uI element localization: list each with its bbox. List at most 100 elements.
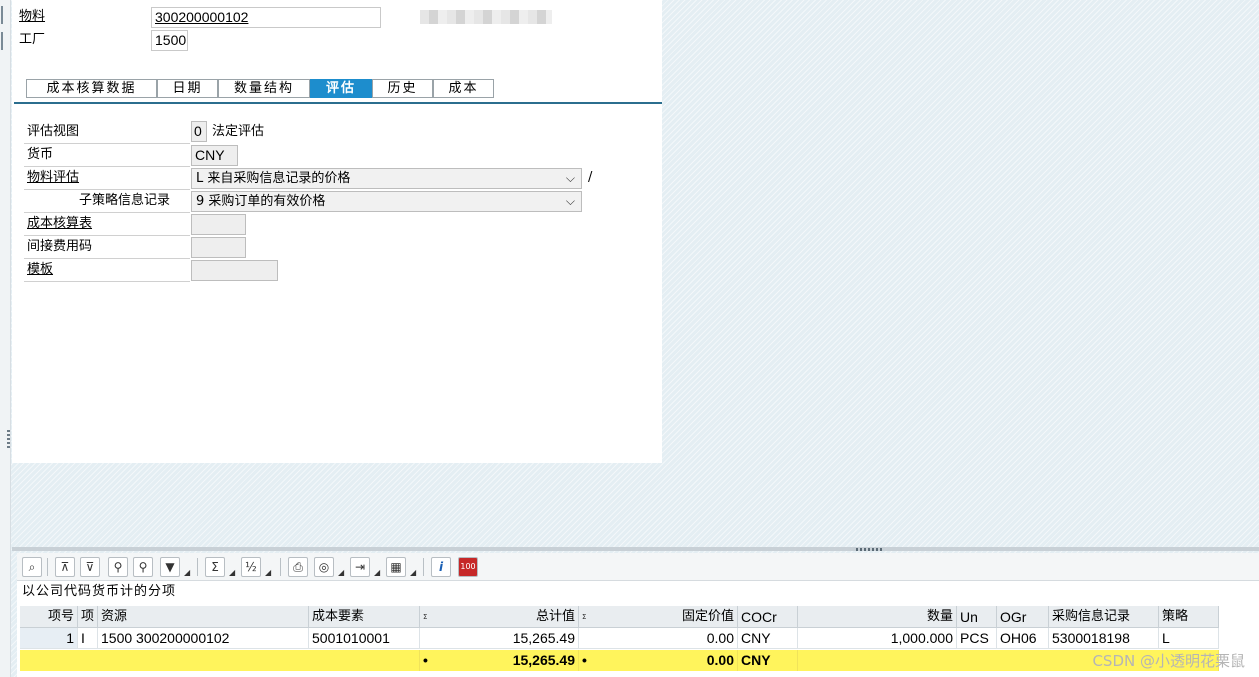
- total-cell-fixed[interactable]: • 0.00: [579, 650, 738, 671]
- cell-ogr[interactable]: OH06: [997, 628, 1049, 649]
- cell-resource[interactable]: 1500 300200000102: [98, 628, 309, 649]
- col-header-quantity[interactable]: 数量: [798, 606, 957, 628]
- material-valuation-dropdown[interactable]: L 来自采购信息记录的价格 ⌵: [191, 168, 582, 189]
- col-header-strategy[interactable]: 策略: [1159, 606, 1219, 628]
- find-icon[interactable]: ⚲: [108, 557, 128, 577]
- slash-text: /: [588, 170, 593, 185]
- row-separator: [24, 235, 190, 236]
- toolbar-separator: [280, 558, 281, 576]
- costing-sheet-field[interactable]: [191, 214, 246, 235]
- cell-cost-element[interactable]: 5001010001: [309, 628, 420, 649]
- filter-icon[interactable]: ▼: [160, 557, 180, 577]
- print-icon[interactable]: ⎙: [288, 557, 308, 577]
- col-header-cost-element[interactable]: 成本要素: [309, 606, 420, 628]
- toolbar-separator: [197, 558, 198, 576]
- total-marker: •: [582, 652, 587, 668]
- cell-strategy[interactable]: L: [1159, 628, 1219, 649]
- col-header-fixed-label: 固定价值: [681, 609, 734, 624]
- tab-valuation[interactable]: 评估: [310, 79, 372, 98]
- cell-fixed[interactable]: 0.00: [579, 628, 738, 649]
- col-header-fixed[interactable]: Σ 固定价值: [579, 606, 738, 628]
- last-line-icon[interactable]: ⊽: [80, 557, 100, 577]
- overhead-key-field[interactable]: [191, 237, 246, 258]
- tab-history[interactable]: 历史: [372, 79, 433, 98]
- details-icon[interactable]: ⌕: [22, 557, 42, 577]
- sum-icon[interactable]: Σ: [205, 557, 225, 577]
- left-edge-strip: [0, 0, 11, 677]
- number-100-icon[interactable]: 100: [458, 557, 478, 577]
- cell-total[interactable]: 15,265.49: [420, 628, 579, 649]
- tab-qty-structure[interactable]: 数量结构: [218, 79, 310, 98]
- sum-menu-arrow-icon[interactable]: ◢: [229, 569, 235, 577]
- toolbar-separator: [423, 558, 424, 576]
- export-menu-arrow-icon[interactable]: ◢: [374, 569, 380, 577]
- edge-marker: [1, 6, 3, 24]
- find-next-icon[interactable]: ⚲: [133, 557, 153, 577]
- row-separator: [24, 143, 190, 144]
- subtotal-menu-arrow-icon[interactable]: ◢: [265, 569, 271, 577]
- cell-info-record[interactable]: 5300018198: [1049, 628, 1159, 649]
- main-panel: [12, 0, 662, 463]
- export-icon[interactable]: ⇥: [350, 557, 370, 577]
- sum-marker-icon: Σ: [582, 613, 587, 621]
- total-value: 15,265.49: [512, 652, 575, 668]
- col-header-total-label: 总计值: [535, 609, 575, 624]
- layout-icon[interactable]: ▦: [386, 557, 406, 577]
- sub-strategy-dropdown[interactable]: 9 采购订单的有效价格 ⌵: [191, 191, 582, 212]
- col-header-item-no[interactable]: 项号: [20, 606, 78, 628]
- chevron-down-icon: ⌵: [565, 171, 575, 185]
- view-icon[interactable]: ◎: [314, 557, 334, 577]
- material-valuation-value: L 来自采购信息记录的价格: [196, 171, 351, 186]
- material-field[interactable]: 300200000102: [151, 7, 381, 28]
- resize-grip[interactable]: [7, 430, 10, 448]
- plant-field[interactable]: 1500: [151, 30, 188, 51]
- valuation-view-field[interactable]: 0: [191, 121, 207, 142]
- currency-field[interactable]: CNY: [191, 145, 238, 166]
- col-header-resource[interactable]: 资源: [98, 606, 309, 628]
- material-label: 物料: [19, 9, 46, 24]
- col-header-total[interactable]: Σ 总计值: [420, 606, 579, 628]
- template-label: 模板: [27, 262, 54, 277]
- cell-unit[interactable]: PCS: [957, 628, 997, 649]
- first-line-icon[interactable]: ⊼: [55, 557, 75, 577]
- chevron-down-icon: ⌵: [565, 194, 575, 208]
- valuation-view-label: 评估视图: [27, 124, 80, 139]
- redacted-description: [420, 10, 552, 24]
- tab-costs[interactable]: 成本: [433, 79, 494, 98]
- template-field[interactable]: [191, 260, 278, 281]
- col-header-unit[interactable]: Un: [957, 606, 997, 628]
- col-header-ogr[interactable]: OGr: [997, 606, 1049, 628]
- cell-item-cat[interactable]: I: [78, 628, 98, 649]
- total-cell-total[interactable]: • 15,265.49: [420, 650, 579, 671]
- splitter-grip[interactable]: [856, 548, 884, 551]
- total-cell-cocr[interactable]: CNY: [738, 650, 798, 671]
- currency-label: 货币: [27, 147, 54, 162]
- watermark: CSDN @小透明花栗鼠: [1092, 652, 1245, 670]
- tab-dates[interactable]: 日期: [157, 79, 218, 98]
- overhead-key-label: 间接费用码: [27, 239, 93, 254]
- filter-menu-arrow-icon[interactable]: ◢: [184, 569, 190, 577]
- col-header-info-record[interactable]: 采购信息记录: [1049, 606, 1159, 628]
- cell-item-no[interactable]: 1: [20, 628, 78, 649]
- panel-splitter[interactable]: [12, 547, 1259, 551]
- tab-costing-data[interactable]: 成本核算数据: [26, 79, 157, 98]
- costing-sheet-label: 成本核算表: [27, 216, 93, 231]
- subtotal-icon[interactable]: ½: [241, 557, 261, 577]
- sum-marker-icon: Σ: [423, 613, 428, 621]
- row-separator: [24, 258, 190, 259]
- toolbar-separator: [47, 558, 48, 576]
- cell-quantity[interactable]: 1,000.000: [798, 628, 957, 649]
- total-marker: •: [423, 652, 428, 668]
- cell-cocr[interactable]: CNY: [738, 628, 798, 649]
- row-separator: [24, 166, 190, 167]
- sub-strategy-value: 9 采购订单的有效价格: [196, 194, 326, 209]
- row-separator: [24, 189, 190, 190]
- grid-toolbar: [17, 553, 1259, 581]
- valuation-view-text: 法定评估: [212, 124, 265, 139]
- total-fixed-value: 0.00: [706, 652, 734, 668]
- view-menu-arrow-icon[interactable]: ◢: [338, 569, 344, 577]
- info-icon[interactable]: i: [431, 557, 451, 577]
- layout-menu-arrow-icon[interactable]: ◢: [410, 569, 416, 577]
- col-header-item-cat[interactable]: 项: [78, 606, 98, 628]
- col-header-cocr[interactable]: COCr: [738, 606, 798, 628]
